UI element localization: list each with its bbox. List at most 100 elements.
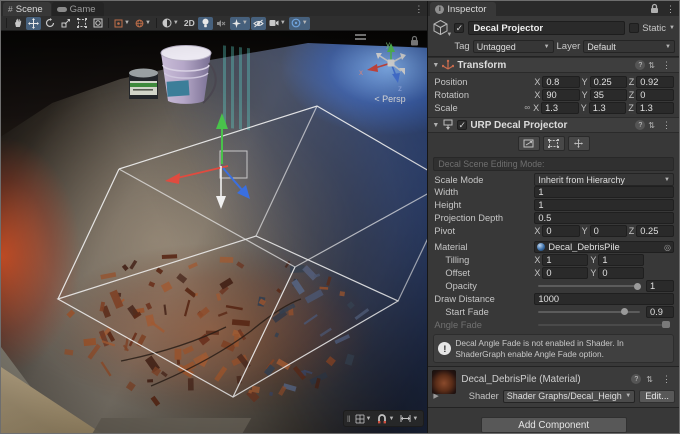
rect-tool-button[interactable] xyxy=(74,17,89,30)
gizmos-toggle-button[interactable]: ▼ xyxy=(289,17,310,30)
object-picker-icon[interactable]: ◎ xyxy=(664,243,671,252)
projection-depth-field[interactable]: 0.5 xyxy=(534,212,674,224)
align-snap-button[interactable]: ▼ xyxy=(398,412,420,425)
start-fade-slider-knob[interactable] xyxy=(621,308,628,315)
transform-tool-button[interactable] xyxy=(90,17,105,30)
pivot-y-field[interactable]: 0 xyxy=(590,225,627,237)
snap-increment-button[interactable]: ▼ xyxy=(375,412,396,425)
material-foldout-icon[interactable]: ▶ xyxy=(433,392,438,400)
add-component-button[interactable]: Add Component xyxy=(481,417,627,433)
gizmo-lock-icon[interactable] xyxy=(411,37,418,46)
z-axis-handle[interactable] xyxy=(223,168,243,191)
toolbar-drag-handle[interactable]: ‖ xyxy=(347,414,350,424)
scene-visibility-button[interactable] xyxy=(251,17,266,30)
crop-edit-mode-button[interactable] xyxy=(543,136,565,151)
decal-projector-header[interactable]: ▼ ✓ URP Decal Projector ? ⇅ ⋮ xyxy=(428,117,679,133)
presets-icon[interactable]: ⇅ xyxy=(648,121,655,130)
opacity-slider-knob[interactable] xyxy=(634,283,641,290)
rotation-z-field[interactable]: 0 xyxy=(636,89,674,101)
angle-fade-max-knob[interactable] xyxy=(666,321,670,328)
move-gizmo[interactable] xyxy=(165,113,250,209)
angle-fade-minmax-slider[interactable] xyxy=(538,324,670,326)
constrain-proportions-icon[interactable]: ∞ xyxy=(524,103,530,112)
gizmo-center-square xyxy=(220,151,247,178)
material-kebab-icon[interactable]: ⋮ xyxy=(658,372,675,386)
layer-dropdown[interactable]: Default ▼ xyxy=(583,40,675,53)
help-icon[interactable]: ? xyxy=(635,60,645,70)
gizmo-persp-label[interactable]: < Persp xyxy=(374,94,405,104)
tab-scene[interactable]: # Scene xyxy=(3,2,51,16)
scale-x-field[interactable]: 1.3 xyxy=(541,102,579,114)
2d-toggle-button[interactable]: 2D xyxy=(182,17,197,30)
component-kebab-icon[interactable]: ⋮ xyxy=(658,58,675,72)
pivot-z-field[interactable]: 0.25 xyxy=(636,225,674,237)
scene-viewport[interactable]: y x z < Persp ‖ ▼ ▼ xyxy=(1,31,427,433)
help-icon[interactable]: ? xyxy=(635,120,645,130)
gameobject-name-field[interactable]: Decal Projector xyxy=(468,21,625,35)
component-kebab-icon[interactable]: ⋮ xyxy=(658,118,675,132)
foldout-icon[interactable]: ▼ xyxy=(432,122,439,129)
static-caret-icon[interactable]: ▼ xyxy=(669,25,675,31)
audio-toggle-button[interactable] xyxy=(214,17,229,30)
presets-icon[interactable]: ⇅ xyxy=(648,61,655,70)
offset-y-field[interactable]: 0 xyxy=(598,267,644,279)
shader-dropdown[interactable]: Shader Graphs/Decal_HeightMask ▼ xyxy=(503,390,635,403)
scale-y-field[interactable]: 1.3 xyxy=(589,102,627,114)
opacity-slider[interactable] xyxy=(538,285,640,287)
material-object-field[interactable]: Decal_DebrisPile ◎ xyxy=(534,241,674,253)
inspector-menu-kebab-icon[interactable]: ⋮ xyxy=(662,2,679,16)
transform-header[interactable]: ▼ Transform ? ⇅ ⋮ xyxy=(428,57,679,73)
pivot-x-field[interactable]: 0 xyxy=(542,225,579,237)
overlay-menu-icon[interactable] xyxy=(355,35,366,39)
draw-mode-button[interactable]: ▼ xyxy=(160,17,181,30)
move-tool-button[interactable] xyxy=(26,17,41,30)
scale-z-field[interactable]: 1.3 xyxy=(636,102,674,114)
opacity-label: Opacity xyxy=(434,281,532,291)
orientation-gizmo[interactable]: y x z < Persp xyxy=(359,40,406,104)
camera-settings-button[interactable]: ▼ xyxy=(267,17,288,30)
gameobject-cube-icon[interactable]: ▼ xyxy=(432,19,450,37)
pivot-mode-button[interactable]: ▼ xyxy=(112,17,132,30)
pivot-edit-mode-button[interactable] xyxy=(568,136,590,151)
rotation-x-field[interactable]: 90 xyxy=(542,89,579,101)
position-x-field[interactable]: 0.8 xyxy=(542,76,579,88)
start-fade-field[interactable]: 0.9 xyxy=(646,306,674,318)
tilling-y-field[interactable]: 1 xyxy=(598,254,644,266)
lock-icon[interactable] xyxy=(650,3,659,14)
position-z-field[interactable]: 0.92 xyxy=(636,76,674,88)
rotation-y-field[interactable]: 35 xyxy=(590,89,627,101)
tag-dropdown[interactable]: Untagged ▼ xyxy=(473,40,554,53)
lighting-toggle-button[interactable] xyxy=(198,17,213,30)
opacity-field[interactable]: 1 xyxy=(646,280,674,292)
position-y-field[interactable]: 0.25 xyxy=(590,76,627,88)
effects-toggle-button[interactable]: ▼ xyxy=(230,17,250,30)
start-fade-slider[interactable] xyxy=(538,311,640,313)
width-field[interactable]: 1 xyxy=(534,186,674,198)
hand-tool-button[interactable] xyxy=(10,17,25,30)
shader-edit-button[interactable]: Edit... xyxy=(639,390,675,403)
scale-tool-button[interactable] xyxy=(58,17,73,30)
height-field[interactable]: 1 xyxy=(534,199,674,211)
scene-menu-kebab-icon[interactable]: ⋮ xyxy=(410,2,427,16)
tilling-x-field[interactable]: 1 xyxy=(542,254,588,266)
pivot-rotation-button[interactable]: ▼ xyxy=(133,17,153,30)
grid-visibility-button[interactable]: ▼ xyxy=(353,412,374,425)
gizmo-center-cube[interactable] xyxy=(388,60,395,67)
gizmo-x-cone[interactable] xyxy=(367,64,378,72)
magnet-icon xyxy=(377,414,387,424)
gameobject-active-checkbox[interactable]: ✓ xyxy=(454,23,464,33)
help-icon[interactable]: ? xyxy=(631,374,641,384)
tab-game[interactable]: Game xyxy=(52,2,104,16)
rotate-tool-button[interactable] xyxy=(42,17,57,30)
gizmo-z-cone[interactable] xyxy=(392,73,400,83)
decal-enabled-checkbox[interactable]: ✓ xyxy=(457,120,467,130)
presets-icon[interactable]: ⇅ xyxy=(646,375,653,384)
scale-mode-dropdown[interactable]: Inherit from Hierarchy ▼ xyxy=(534,173,674,186)
tab-inspector[interactable]: i Inspector xyxy=(430,2,496,16)
material-thumbnail[interactable] xyxy=(432,370,456,394)
offset-x-field[interactable]: 0 xyxy=(542,267,588,279)
foldout-icon[interactable]: ▼ xyxy=(432,62,439,69)
static-checkbox[interactable] xyxy=(629,23,639,33)
draw-distance-field[interactable]: 1000 xyxy=(534,293,674,305)
scale-edit-mode-button[interactable] xyxy=(518,136,540,151)
